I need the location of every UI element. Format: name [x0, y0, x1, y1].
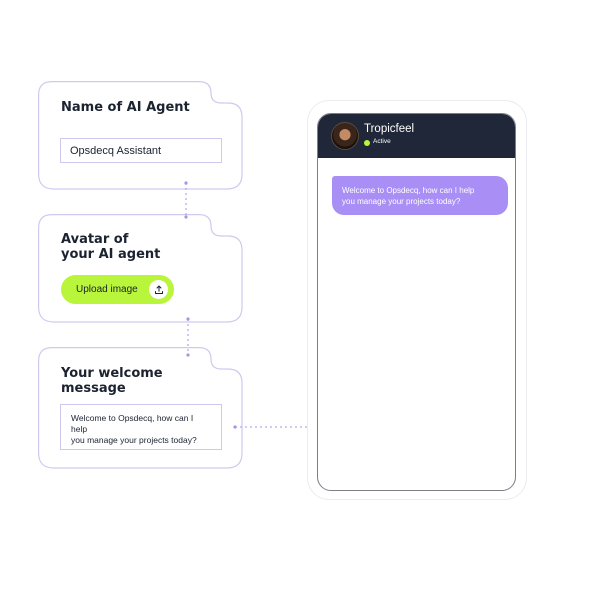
agent-name-title: Name of AI Agent	[61, 100, 190, 115]
welcome-title-line1: Your welcome	[61, 366, 163, 381]
bubble-line1: Welcome to Opsdecq, how can I help	[342, 186, 475, 195]
agent-name-input[interactable]: Opsdecq Assistant	[60, 138, 222, 163]
agent-avatar	[331, 122, 359, 150]
upload-image-button[interactable]: Upload image	[61, 275, 174, 304]
chat-agent-name: Tropicfeel	[364, 123, 415, 135]
connector-line-3	[233, 425, 315, 429]
agent-name-card	[38, 81, 243, 190]
welcome-message-textarea[interactable]: Welcome to Opsdecq, how can I help you m…	[60, 404, 222, 450]
status-label: Active	[373, 138, 391, 145]
upload-image-label: Upload image	[76, 284, 138, 295]
upload-icon	[149, 280, 168, 299]
welcome-message-line1: Welcome to Opsdecq, how can I help	[71, 413, 194, 434]
welcome-title-line2: message	[61, 381, 126, 396]
avatar-title: Avatar of your AI agent	[61, 232, 160, 262]
avatar-card	[38, 214, 243, 323]
avatar-title-line1: Avatar of	[61, 232, 129, 247]
connector-line-2	[186, 317, 190, 357]
welcome-title: Your welcome message	[61, 366, 163, 396]
phone-screen: Tropicfeel Active Welcome to Opsdecq, ho…	[317, 113, 516, 491]
chat-header: Tropicfeel Active	[318, 114, 515, 158]
avatar-title-line2: your AI agent	[61, 247, 161, 262]
status-dot-icon	[364, 140, 370, 146]
connector-line-1	[184, 181, 188, 219]
welcome-chat-bubble: Welcome to Opsdecq, how can I help you m…	[332, 176, 508, 215]
welcome-message-line2: you manage your projects today?	[71, 435, 197, 445]
agent-name-value: Opsdecq Assistant	[70, 145, 162, 157]
bubble-line2: you manage your projects today?	[342, 197, 461, 206]
